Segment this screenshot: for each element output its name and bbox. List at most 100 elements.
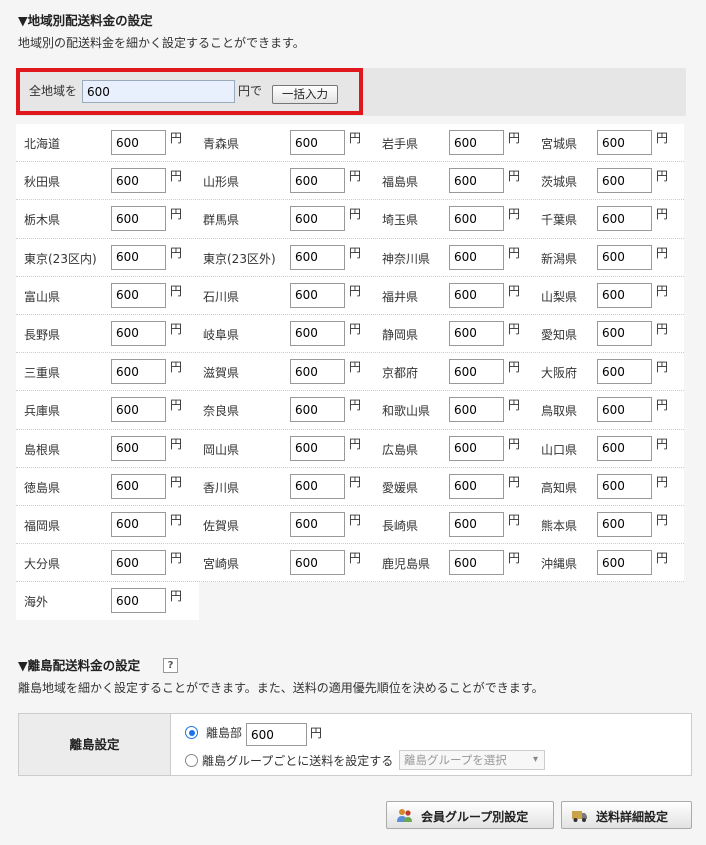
prefecture-name: 群馬県 bbox=[203, 213, 240, 228]
prefecture-fee-input[interactable] bbox=[449, 473, 504, 499]
prefecture-name: 長野県 bbox=[24, 327, 61, 342]
prefecture-fee-unit: 円 bbox=[656, 360, 669, 375]
prefecture-fee-unit: 円 bbox=[349, 283, 362, 298]
prefecture-fee-input[interactable] bbox=[290, 130, 345, 155]
prefecture-fee-input[interactable] bbox=[111, 320, 166, 346]
prefecture-fee-input[interactable] bbox=[111, 359, 166, 385]
prefecture-name: 福岡県 bbox=[24, 518, 61, 533]
prefecture-fee-input[interactable] bbox=[449, 435, 504, 461]
prefecture-name: 東京(23区外) bbox=[203, 251, 276, 266]
prefecture-fee-input[interactable] bbox=[449, 511, 504, 537]
prefecture-fee-input[interactable] bbox=[449, 206, 504, 232]
prefecture-fee-input[interactable] bbox=[597, 206, 652, 232]
prefecture-name: 宮城県 bbox=[541, 137, 578, 151]
prefecture-fee-input[interactable] bbox=[597, 282, 652, 308]
prefecture-name: 熊本県 bbox=[541, 518, 578, 533]
prefecture-fee-input[interactable] bbox=[111, 473, 166, 499]
prefecture-fee-input[interactable] bbox=[597, 511, 652, 537]
prefecture-name: 北海道 bbox=[24, 137, 61, 151]
prefecture-name: 茨城県 bbox=[541, 175, 578, 190]
prefecture-fee-input[interactable] bbox=[290, 359, 345, 385]
prefecture-fee-input[interactable] bbox=[597, 168, 652, 194]
prefecture-fee-input[interactable] bbox=[290, 550, 345, 576]
prefecture-fee-input[interactable] bbox=[290, 282, 345, 308]
prefecture-fee-input[interactable] bbox=[111, 435, 166, 461]
prefecture-fee-input[interactable] bbox=[597, 550, 652, 576]
prefecture-fee-input[interactable] bbox=[111, 168, 166, 194]
prefecture-fee-input[interactable] bbox=[111, 130, 166, 155]
prefecture-fee-input[interactable] bbox=[597, 320, 652, 346]
island-fee-input[interactable] bbox=[246, 723, 307, 746]
prefecture-fee-input[interactable] bbox=[449, 550, 504, 576]
prefecture-row: 島根県 円 岡山県 円 広島県 円 山口県 円 bbox=[16, 429, 684, 468]
prefecture-fee-unit: 円 bbox=[508, 360, 521, 375]
prefecture-name: 岩手県 bbox=[382, 137, 419, 151]
prefecture-fee-input[interactable] bbox=[111, 588, 166, 614]
help-icon[interactable]: ? bbox=[163, 658, 178, 673]
prefecture-fee-input[interactable] bbox=[597, 435, 652, 461]
prefecture-fee-input[interactable] bbox=[290, 320, 345, 346]
prefecture-fee-input[interactable] bbox=[290, 397, 345, 423]
prefecture-fee-input[interactable] bbox=[111, 511, 166, 537]
prefecture-name: 静岡県 bbox=[382, 327, 419, 342]
shipping-detail-settings-button[interactable]: 送料詳細設定 bbox=[561, 801, 692, 829]
prefecture-name: 沖縄県 bbox=[541, 557, 578, 572]
island-section-title: ▼離島配送料金の設定 bbox=[18, 658, 141, 673]
prefecture-fee-input[interactable] bbox=[290, 244, 345, 270]
prefecture-fee-input[interactable] bbox=[449, 359, 504, 385]
prefecture-fee-input[interactable] bbox=[449, 320, 504, 346]
island-fixed-radio[interactable] bbox=[185, 726, 198, 739]
prefecture-fee-input[interactable] bbox=[597, 397, 652, 423]
prefecture-fee-input[interactable] bbox=[597, 359, 652, 385]
prefecture-fee-unit: 円 bbox=[170, 551, 183, 566]
prefecture-fee-unit: 円 bbox=[349, 512, 362, 527]
prefecture-fee-input[interactable] bbox=[290, 206, 345, 232]
prefecture-fee-input[interactable] bbox=[290, 511, 345, 537]
prefecture-fee-input[interactable] bbox=[449, 130, 504, 155]
prefecture-name: 石川県 bbox=[203, 289, 240, 304]
prefecture-row: 大分県 円 宮崎県 円 鹿児島県 円 沖縄県 円 bbox=[16, 544, 684, 583]
island-group-radio[interactable] bbox=[185, 754, 198, 767]
island-fee-unit: 円 bbox=[310, 726, 323, 740]
prefecture-fee-input[interactable] bbox=[111, 206, 166, 232]
prefecture-fee-unit: 円 bbox=[170, 436, 183, 451]
prefecture-name: 青森県 bbox=[203, 137, 240, 151]
prefecture-fee-input[interactable] bbox=[597, 473, 652, 499]
prefecture-fee-input[interactable] bbox=[449, 397, 504, 423]
bulk-value-input[interactable] bbox=[82, 80, 235, 103]
prefecture-fee-unit: 円 bbox=[170, 398, 183, 413]
prefecture-fee-input[interactable] bbox=[111, 244, 166, 270]
prefecture-fee-input[interactable] bbox=[449, 244, 504, 270]
prefecture-name: 長崎県 bbox=[382, 518, 419, 533]
prefecture-fee-input[interactable] bbox=[290, 473, 345, 499]
prefecture-fee-input[interactable] bbox=[597, 244, 652, 270]
prefecture-fee-input[interactable] bbox=[111, 550, 166, 576]
prefecture-fee-input[interactable] bbox=[111, 397, 166, 423]
member-group-settings-label: 会員グループ別設定 bbox=[421, 810, 529, 824]
prefecture-fee-input[interactable] bbox=[290, 435, 345, 461]
bulk-apply-button[interactable]: 一括入力 bbox=[272, 85, 338, 104]
prefecture-name: 滋賀県 bbox=[203, 366, 240, 381]
prefecture-fee-input[interactable] bbox=[449, 282, 504, 308]
prefecture-fee-input[interactable] bbox=[111, 282, 166, 308]
island-group-select[interactable]: 離島グループを選択 ▾ bbox=[399, 750, 545, 770]
prefecture-fee-unit: 円 bbox=[349, 169, 362, 184]
prefecture-fee-input[interactable] bbox=[597, 130, 652, 155]
prefecture-name: 岡山県 bbox=[203, 442, 240, 457]
prefecture-name: 島根県 bbox=[24, 442, 61, 457]
prefecture-fee-unit: 円 bbox=[170, 169, 183, 184]
prefecture-fee-unit: 円 bbox=[656, 551, 669, 566]
prefecture-fee-unit: 円 bbox=[170, 321, 183, 336]
prefecture-row: 海外 円 bbox=[16, 582, 199, 621]
prefecture-fee-unit: 円 bbox=[170, 474, 183, 489]
prefecture-fee-unit: 円 bbox=[656, 474, 669, 489]
chevron-down-icon: ▾ bbox=[532, 754, 538, 765]
prefecture-fee-input[interactable] bbox=[449, 168, 504, 194]
prefecture-name: 鳥取県 bbox=[541, 404, 578, 419]
member-group-settings-button[interactable]: 会員グループ別設定 bbox=[386, 801, 554, 829]
prefecture-fee-unit: 円 bbox=[349, 360, 362, 375]
prefecture-fee-input[interactable] bbox=[290, 168, 345, 194]
prefecture-fee-unit: 円 bbox=[656, 245, 669, 260]
shipping-detail-settings-label: 送料詳細設定 bbox=[596, 810, 669, 824]
prefecture-name: 大阪府 bbox=[541, 366, 578, 381]
